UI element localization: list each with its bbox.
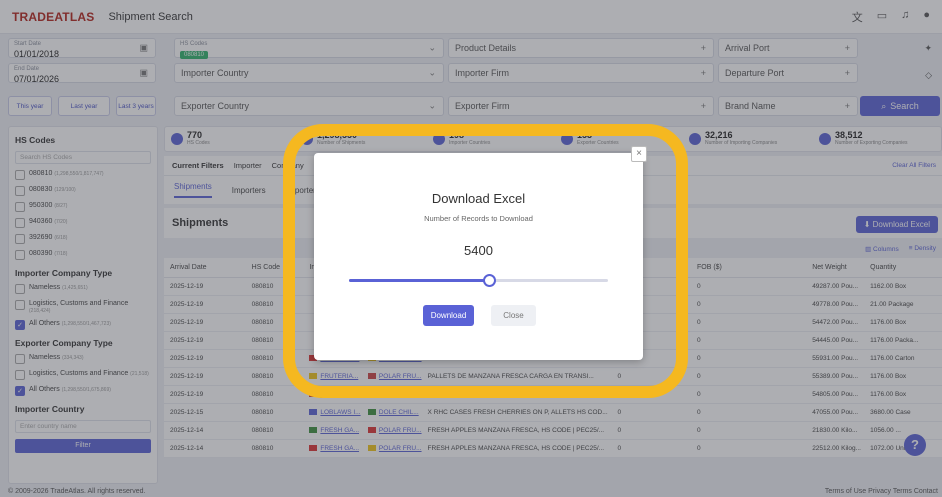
- close-icon[interactable]: ×: [631, 146, 647, 162]
- download-excel-modal: Download Excel Number of Records to Down…: [314, 153, 643, 360]
- modal-title: Download Excel: [431, 191, 526, 206]
- slider-thumb[interactable]: [482, 274, 496, 287]
- modal-close-button[interactable]: Close: [491, 305, 536, 326]
- slider-fill: [349, 279, 489, 282]
- records-slider[interactable]: [349, 274, 608, 287]
- records-value: 5400: [464, 243, 493, 258]
- modal-subtitle: Number of Records to Download: [424, 214, 533, 223]
- modal-download-button[interactable]: Download: [423, 305, 474, 326]
